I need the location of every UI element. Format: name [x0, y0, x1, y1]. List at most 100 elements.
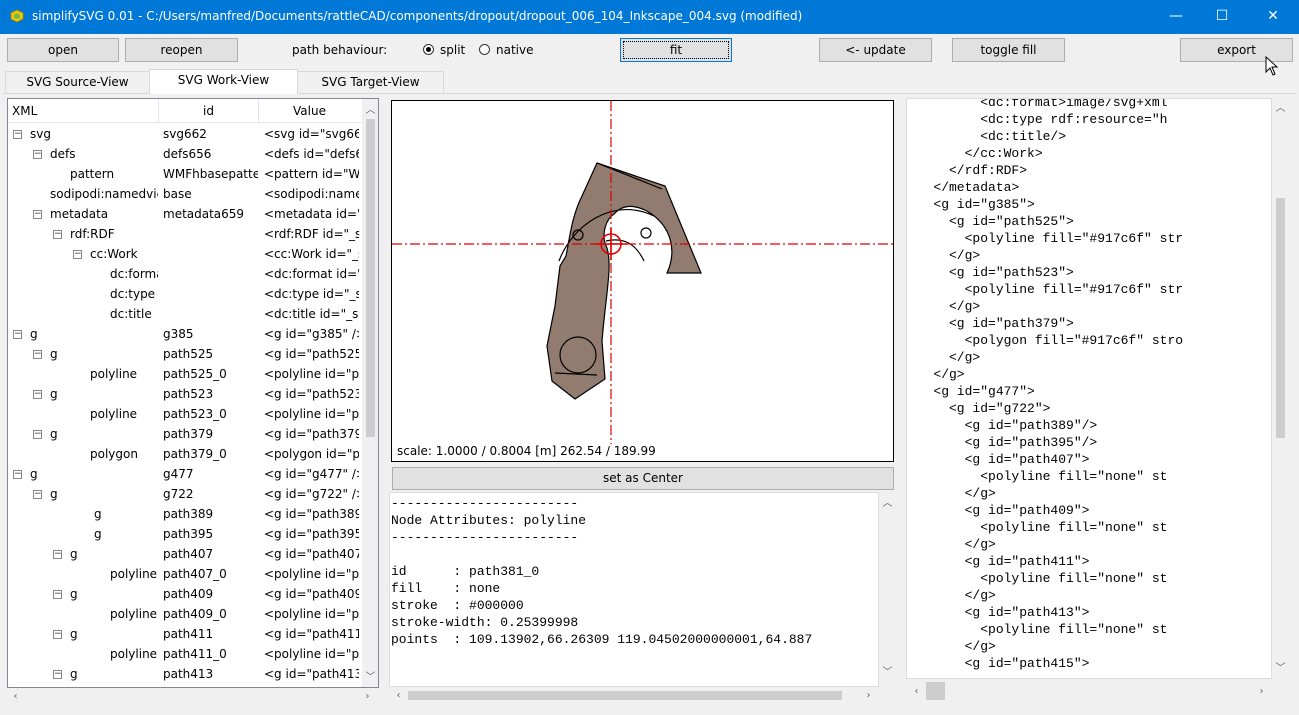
tree-row[interactable]: − g path407 <g id="path407: [8, 544, 363, 564]
attr-scroll-up-icon[interactable]: ︿: [879, 495, 896, 512]
close-button[interactable]: ✕: [1250, 0, 1296, 34]
tree-row[interactable]: polyline path525_0 <polyline id="pa: [8, 364, 363, 384]
tab-work-view[interactable]: SVG Work-View: [149, 69, 298, 94]
drawing-area[interactable]: [392, 101, 893, 461]
node-id: path411_0: [163, 647, 227, 661]
collapse-toggle-icon[interactable]: −: [53, 230, 62, 239]
collapse-toggle-icon[interactable]: −: [33, 150, 42, 159]
tab-target-view[interactable]: SVG Target-View: [297, 71, 444, 93]
attribute-line: fill : none: [391, 581, 501, 596]
collapse-toggle-icon[interactable]: −: [33, 390, 42, 399]
scroll-up-icon[interactable]: ︿: [362, 102, 378, 119]
source-hscroll[interactable]: ‹ ›: [906, 681, 1272, 701]
tree-row[interactable]: − rdf:RDF <rdf:RDF id="_s: [8, 224, 363, 244]
collapse-toggle-icon[interactable]: −: [13, 130, 22, 139]
scroll-right-icon[interactable]: ›: [359, 688, 376, 705]
source-scroll-down-icon[interactable]: ﹀: [1272, 660, 1289, 677]
tree-row[interactable]: − g g722 <g id="g722" />: [8, 484, 363, 504]
node-value: <metadata id=": [264, 207, 359, 221]
collapse-toggle-icon[interactable]: −: [53, 590, 62, 599]
fit-button[interactable]: fit: [620, 38, 732, 62]
collapse-toggle-icon[interactable]: −: [13, 330, 22, 339]
tree-row[interactable]: − g g477 <g id="g477" />: [8, 464, 363, 484]
tree-row[interactable]: polygon path379_0 <polygon id="p: [8, 444, 363, 464]
collapse-toggle-icon[interactable]: −: [53, 670, 62, 679]
tree-row[interactable]: polyline path411_0 <polyline id="pa: [8, 644, 363, 664]
tree-row[interactable]: dc:forma <dc:format id="_: [8, 264, 363, 284]
collapse-toggle-icon[interactable]: −: [53, 630, 62, 639]
collapse-toggle-icon[interactable]: −: [33, 490, 42, 499]
node-value: <g id="path413: [264, 667, 359, 681]
node-value: <g id="path389: [264, 507, 359, 521]
source-scroll-right-icon[interactable]: ›: [1253, 683, 1270, 700]
tree-row[interactable]: − cc:Work <cc:Work id="_s: [8, 244, 363, 264]
node-value: <pattern id="W: [264, 167, 359, 181]
node-value: <polygon id="p: [264, 447, 359, 461]
header-id[interactable]: id: [203, 104, 214, 118]
tree-row[interactable]: − g path523 <g id="path523: [8, 384, 363, 404]
attr-vscroll[interactable]: ︿ ﹀: [879, 492, 896, 687]
collapse-toggle-icon[interactable]: −: [33, 430, 42, 439]
source-scroll-up-icon[interactable]: ︿: [1272, 100, 1289, 117]
source-hscroll-thumb[interactable]: [926, 682, 945, 700]
tree-row[interactable]: − g path413 <g id="path413: [8, 664, 363, 682]
attr-hscroll[interactable]: ‹ ›: [389, 687, 879, 704]
maximize-button[interactable]: ☐: [1199, 0, 1245, 34]
tree-vscroll[interactable]: ︿ ﹀: [362, 99, 378, 687]
tree-row[interactable]: − defs defs656 <defs id="defs6: [8, 144, 363, 164]
node-id: path525_0: [163, 367, 227, 381]
collapse-toggle-icon[interactable]: −: [53, 550, 62, 559]
tree-row[interactable]: polyline path407_0 <polyline id="pa: [8, 564, 363, 584]
source-line: <dc:format>image/svg+xml: [910, 98, 1168, 110]
attr-scroll-right-icon[interactable]: ›: [860, 687, 877, 704]
tree-row[interactable]: − g g385 <g id="g385" />: [8, 324, 363, 344]
header-value[interactable]: Value: [293, 104, 326, 118]
scroll-down-icon[interactable]: ﹀: [362, 669, 378, 686]
tree-vscroll-thumb[interactable]: [366, 119, 375, 437]
attr-hscroll-thumb[interactable]: [408, 691, 842, 700]
attr-scroll-left-icon[interactable]: ‹: [390, 687, 407, 704]
tree-row[interactable]: dc:title <dc:title id="_se: [8, 304, 363, 324]
split-radio[interactable]: [423, 44, 434, 55]
tab-source-view[interactable]: SVG Source-View: [5, 71, 150, 93]
center-crosshair: [392, 101, 893, 446]
node-name: g: [50, 427, 58, 441]
collapse-toggle-icon[interactable]: −: [33, 210, 42, 219]
title-bar: simplifySVG 0.01 - C:/Users/manfred/Docu…: [0, 0, 1299, 34]
tree-row[interactable]: − metadata metadata659 <metadata id=": [8, 204, 363, 224]
tree-row[interactable]: polyline path523_0 <polyline id="pa: [8, 404, 363, 424]
tree-row[interactable]: polyline path409_0 <polyline id="pa: [8, 604, 363, 624]
reopen-button[interactable]: reopen: [125, 38, 238, 62]
tree-row[interactable]: − g path525 <g id="path525: [8, 344, 363, 364]
tree-row[interactable]: g path389 <g id="path389: [8, 504, 363, 524]
scroll-left-icon[interactable]: ‹: [7, 688, 24, 705]
set-as-center-button[interactable]: set as Center: [392, 467, 894, 490]
collapse-toggle-icon[interactable]: −: [73, 250, 82, 259]
xml-tree-panel: XML id Value − svg svg662 <svg id="svg662− d…: [7, 98, 379, 688]
tree-row[interactable]: − g path411 <g id="path411: [8, 624, 363, 644]
tree-row[interactable]: pattern WMFhbasepatte <pattern id="W: [8, 164, 363, 184]
minimize-button[interactable]: —: [1153, 0, 1199, 34]
tree-row[interactable]: sodipodi:namedvie base <sodipodi:name: [8, 184, 363, 204]
collapse-toggle-icon[interactable]: −: [13, 470, 22, 479]
toggle-fill-button[interactable]: toggle fill: [952, 38, 1065, 62]
svg-canvas[interactable]: scale: 1.0000 / 0.8004 [m] 262.54 / 189.…: [391, 100, 894, 462]
path-behaviour-label: path behaviour:: [292, 43, 388, 57]
source-vscroll-thumb[interactable]: [1276, 198, 1285, 438]
tree-hscroll[interactable]: ‹ ›: [7, 688, 379, 705]
tree-row[interactable]: dc:type <dc:type id="_s: [8, 284, 363, 304]
update-button[interactable]: <- update: [819, 38, 932, 62]
tree-row[interactable]: − svg svg662 <svg id="svg662: [8, 124, 363, 144]
attr-scroll-down-icon[interactable]: ﹀: [879, 664, 896, 681]
collapse-toggle-icon[interactable]: −: [33, 350, 42, 359]
source-vscroll[interactable]: ︿ ﹀: [1272, 98, 1289, 679]
source-line: </g>: [910, 367, 965, 382]
tree-row[interactable]: g path395 <g id="path395: [8, 524, 363, 544]
native-radio[interactable]: [479, 44, 490, 55]
tree-row[interactable]: − g path409 <g id="path409: [8, 584, 363, 604]
source-scroll-left-icon[interactable]: ‹: [908, 683, 925, 700]
header-xml[interactable]: XML: [12, 104, 37, 118]
tree-row[interactable]: − g path379 <g id="path379: [8, 424, 363, 444]
open-button[interactable]: open: [7, 38, 119, 62]
node-name: defs: [50, 147, 76, 161]
